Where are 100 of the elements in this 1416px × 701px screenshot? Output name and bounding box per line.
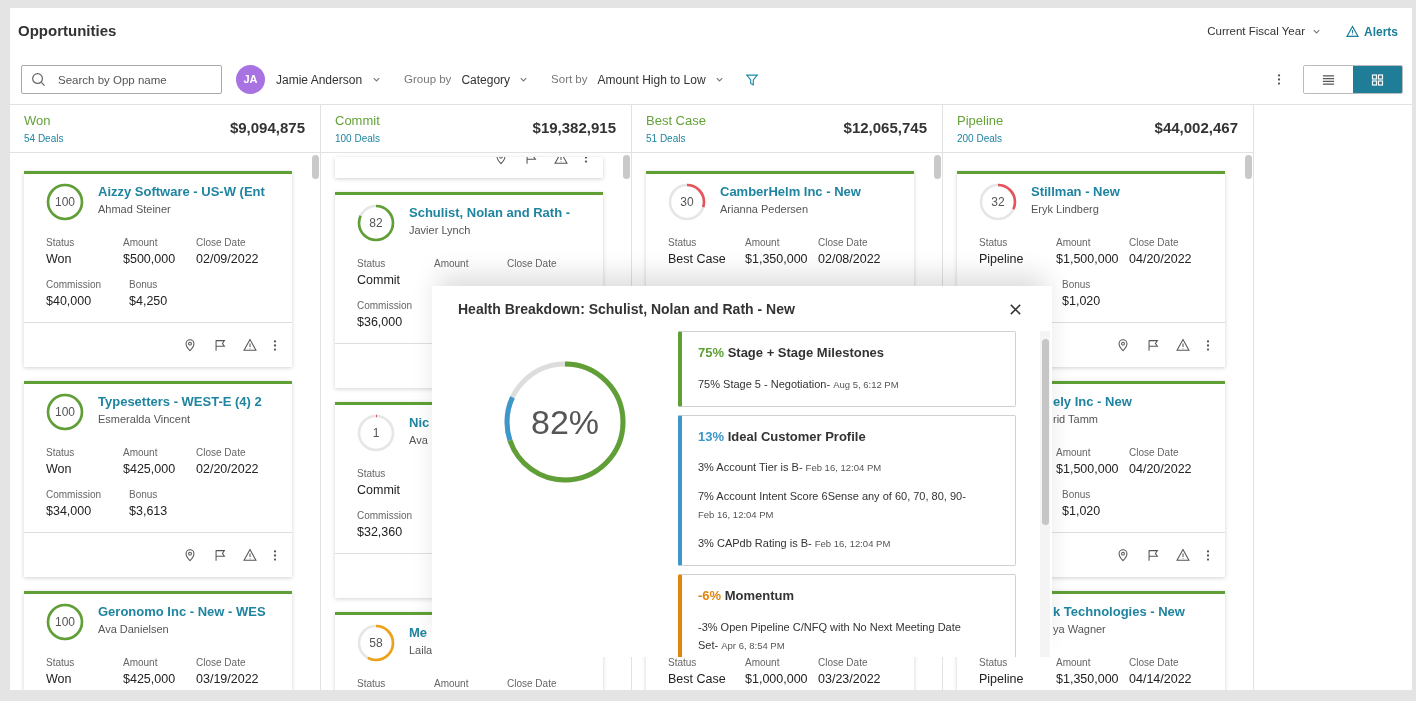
field-value: Won <box>46 671 73 688</box>
field-label: Bonus <box>1062 278 1092 292</box>
field-value: $36,000 <box>357 314 404 331</box>
column-title: Commit <box>335 112 381 131</box>
field-label: Close Date <box>1129 656 1180 670</box>
field-label: Close Date <box>196 656 247 670</box>
field-label: Amount <box>123 236 159 250</box>
breakdown-title: 75% Stage + Stage Milestones <box>698 344 886 362</box>
field-value: $1,020 <box>1062 293 1102 310</box>
field-value: Commit <box>357 482 402 499</box>
field-value: $1,350,000 <box>745 251 809 268</box>
score-ring: 1 <box>357 414 395 452</box>
field-value: $4,250 <box>129 293 169 310</box>
field-label: Amount <box>745 656 781 670</box>
column-total: $19,382,915 <box>532 118 616 139</box>
breakdown-title: -6% Momentum <box>698 587 796 605</box>
field-value: 04/20/2022 <box>1129 251 1193 268</box>
field-label: Commission <box>357 509 413 523</box>
score-ring: 30 <box>668 183 706 221</box>
score-ring: 100 <box>46 393 84 431</box>
field-value: 02/20/2022 <box>196 461 260 478</box>
field-label: Commission <box>357 299 413 313</box>
field-label: Amount <box>745 236 781 250</box>
field-label: Status <box>357 257 387 271</box>
field-value: 02/08/2022 <box>818 251 882 268</box>
breakdown-item: 75% Stage 5 - Negotiation- Aug 5, 6:12 PM <box>698 376 900 392</box>
field-label: Close Date <box>1129 446 1180 460</box>
field-value: $425,000 <box>123 671 177 688</box>
dropdown-label: Group by <box>404 71 452 87</box>
deal-owner: ya Wagner <box>1053 622 1107 637</box>
field-label: Close Date <box>507 257 558 271</box>
page-title: Opportunities <box>18 21 117 42</box>
field-label: Status <box>46 236 76 250</box>
deal-count: 51 Deals <box>646 131 687 146</box>
field-value: $1,500,000 <box>1056 461 1120 478</box>
field-label: Close Date <box>1129 236 1180 250</box>
score-donut: 82% <box>504 361 626 483</box>
field-label: Bonus <box>129 278 159 292</box>
field-label: Status <box>357 677 387 690</box>
field-value: Best Case <box>668 251 727 268</box>
deal-count: 54 Deals <box>24 131 64 146</box>
user-avatar: JA <box>236 65 265 94</box>
field-value: 04/14/2022 <box>1129 671 1193 688</box>
deal-owner: Arianna Pedersen <box>720 202 810 217</box>
field-label: Amount <box>1056 446 1092 460</box>
field-label: Close Date <box>196 236 247 250</box>
field-value: Best Case <box>668 671 727 688</box>
score-ring: 100 <box>46 183 84 221</box>
deal-owner: Ava <box>409 433 429 448</box>
field-value: Pipeline <box>979 251 1025 268</box>
field-label: Status <box>46 656 76 670</box>
field-label: Status <box>979 656 1009 670</box>
deal-owner: rid Tamm <box>1053 412 1100 427</box>
field-value: Commit <box>357 272 402 289</box>
field-value: $500,000 <box>123 251 177 268</box>
field-label: Commission <box>46 488 102 502</box>
deal-owner: Esmeralda Vincent <box>98 412 192 427</box>
breakdown-item: 3% CAPdb Rating is B- Feb 16, 12:04 PM <box>698 536 892 551</box>
field-value: $1,500,000 <box>1056 251 1120 268</box>
column-title: Best Case <box>646 112 706 131</box>
field-value: 03/23/2022 <box>818 671 882 688</box>
column-total: $12,065,745 <box>843 118 927 139</box>
deal-owner: Eryk Lindberg <box>1031 202 1100 217</box>
deal-owner: Laila <box>409 643 433 658</box>
field-label: Status <box>46 446 76 460</box>
field-label: Amount <box>434 257 470 271</box>
field-label: Commission <box>46 278 102 292</box>
field-label: Close Date <box>196 446 247 460</box>
dropdown-label: Sort by <box>551 71 588 87</box>
field-value: $1,350,000 <box>1056 671 1120 688</box>
deal-count: 200 Deals <box>957 131 1004 146</box>
field-label: Amount <box>1056 656 1092 670</box>
field-label: Amount <box>434 677 470 690</box>
field-label: Status <box>979 236 1009 250</box>
breakdown-item: 3% Account Tier is B- Feb 16, 12:04 PM <box>698 460 883 475</box>
field-value: $32,360 <box>357 524 404 541</box>
field-label: Close Date <box>818 656 869 670</box>
score-ring: 32 <box>979 183 1017 221</box>
field-value: Won <box>46 461 73 478</box>
field-value: $34,000 <box>46 503 93 520</box>
deal-owner: Javier Lynch <box>409 223 472 238</box>
field-label: Close Date <box>818 236 869 250</box>
field-value: $3,613 <box>129 503 169 520</box>
field-label: Bonus <box>129 488 159 502</box>
column-title: Won <box>24 112 52 131</box>
deal-count: 100 Deals <box>335 131 381 146</box>
field-value: Won <box>46 251 73 268</box>
column-total: $44,002,467 <box>1154 118 1238 139</box>
field-label: Status <box>668 236 698 250</box>
field-label: Status <box>357 467 387 481</box>
field-label: Close Date <box>507 677 558 690</box>
breakdown-title: 13% Ideal Customer Profile <box>698 427 867 446</box>
field-value: Pipeline <box>979 671 1025 688</box>
field-value: 02/09/2022 <box>196 251 260 268</box>
column-total: $9,094,875 <box>229 118 305 139</box>
field-label: Bonus <box>1062 488 1092 502</box>
field-label: Amount <box>1056 236 1092 250</box>
field-label: Amount <box>123 446 159 460</box>
score-ring: 82 <box>357 204 395 242</box>
field-value: $1,000,000 <box>745 671 809 688</box>
